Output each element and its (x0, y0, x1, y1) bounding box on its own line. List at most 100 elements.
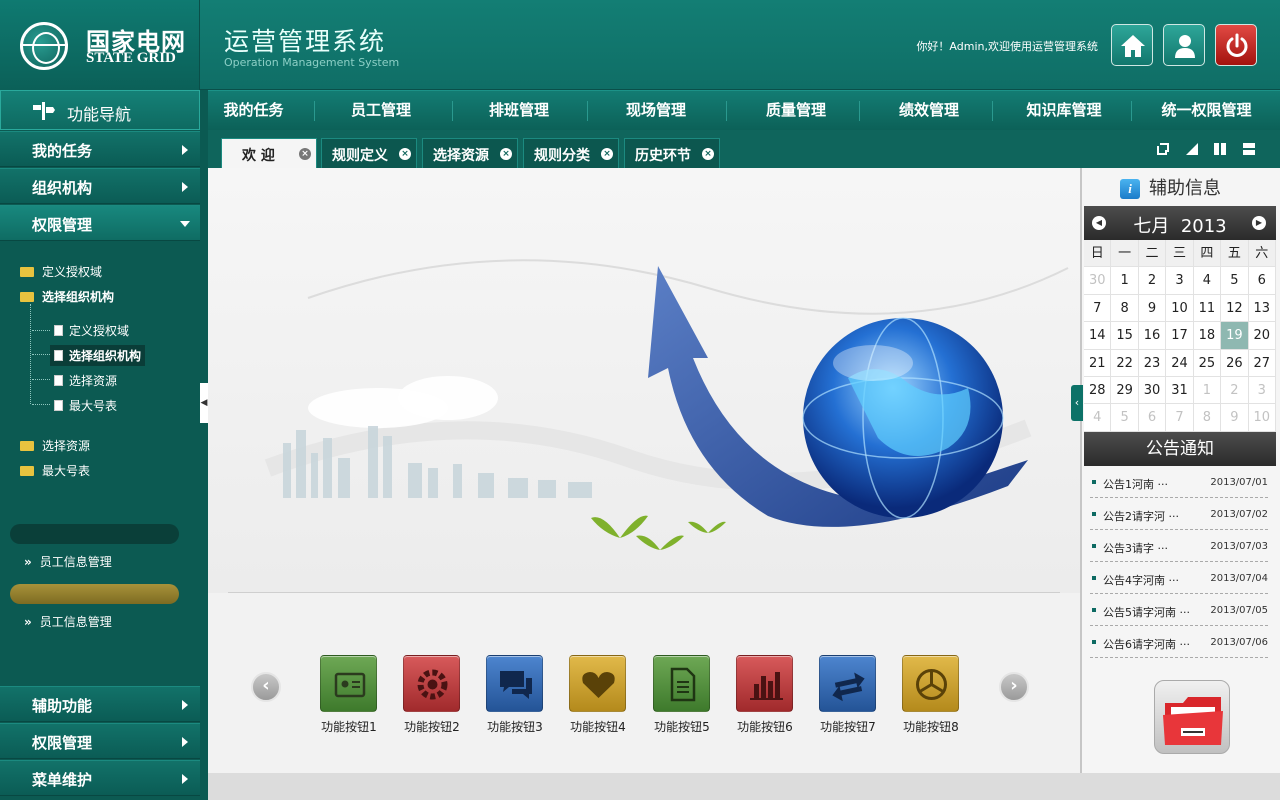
calendar-day[interactable]: 18 (1193, 322, 1222, 350)
calendar-day[interactable]: 3 (1248, 377, 1276, 405)
calendar-day[interactable]: 2 (1221, 377, 1249, 405)
calendar-day[interactable]: 7 (1084, 294, 1112, 323)
calendar-day[interactable]: 2 (1138, 267, 1167, 295)
sidebar-item-aux[interactable]: 辅助功能 (0, 686, 200, 722)
calendar-next-month-button[interactable]: ▶ (1252, 216, 1266, 230)
calendar-day[interactable]: 23 (1138, 349, 1167, 377)
function-button-6[interactable] (736, 655, 793, 712)
collapse-sidebar-handle[interactable]: ◀ (200, 383, 208, 423)
tab-rule-definition[interactable]: 规则定义 × (321, 138, 417, 168)
calendar-day[interactable]: 4 (1084, 404, 1112, 432)
close-icon[interactable]: × (702, 148, 714, 160)
calendar-day[interactable]: 9 (1138, 294, 1167, 323)
home-button[interactable] (1111, 24, 1153, 66)
sub-link-staff-info[interactable]: » 员工信息管理 (24, 553, 112, 570)
calendar-day[interactable]: 16 (1138, 322, 1167, 350)
function-button-3[interactable] (486, 655, 543, 712)
close-icon[interactable]: × (500, 148, 512, 160)
nav-knowledge-base[interactable]: 知识库管理 (994, 91, 1134, 131)
tab-welcome[interactable]: 欢 迎 × (221, 138, 317, 168)
nav-staff[interactable]: 员工管理 (316, 91, 446, 131)
nav-quality[interactable]: 质量管理 (728, 91, 864, 131)
calendar-day[interactable]: 30 (1138, 377, 1167, 405)
calendar-day[interactable]: 21 (1084, 349, 1112, 377)
tree-node-folder[interactable]: 选择资源 (20, 437, 90, 454)
layout-single-icon[interactable] (1185, 142, 1199, 156)
function-button-4[interactable] (569, 655, 626, 712)
sidebar-item-organization[interactable]: 组织机构 (0, 168, 200, 204)
nav-permissions[interactable]: 统一权限管理 (1133, 91, 1280, 131)
layout-rows-icon[interactable] (1242, 142, 1256, 156)
calendar-day-today[interactable]: 19 (1221, 322, 1249, 350)
nav-performance[interactable]: 绩效管理 (861, 91, 997, 131)
calendar-day[interactable]: 17 (1166, 322, 1194, 350)
tab-rule-category[interactable]: 规则分类 × (523, 138, 619, 168)
notice-item[interactable]: 公告3请字 ··· 2013/07/03 (1090, 532, 1268, 562)
function-button-8[interactable] (902, 655, 959, 712)
user-button[interactable] (1163, 24, 1205, 66)
tree-node-folder[interactable]: 定义授权域 (20, 263, 102, 280)
calendar-day[interactable]: 6 (1138, 404, 1167, 432)
layout-columns-icon[interactable] (1213, 142, 1227, 156)
sidebar-item-menu-maintenance[interactable]: 菜单维护 (0, 760, 200, 796)
notice-item[interactable]: 公告1河南 ··· 2013/07/01 (1090, 468, 1268, 498)
calendar-day[interactable]: 5 (1221, 267, 1249, 295)
tree-node-doc[interactable]: 最大号表 (54, 397, 117, 414)
notice-item[interactable]: 公告4字河南 ··· 2013/07/04 (1090, 564, 1268, 594)
tree-node-doc-selected[interactable]: 选择组织机构 (50, 345, 146, 366)
calendar-day[interactable]: 8 (1111, 294, 1139, 323)
calendar-day[interactable]: 1 (1193, 377, 1222, 405)
calendar-day[interactable]: 14 (1084, 322, 1112, 350)
collapse-aux-panel-handle[interactable]: ‹ (1071, 385, 1083, 421)
calendar-day[interactable]: 24 (1166, 349, 1194, 377)
sidebar-item-my-tasks[interactable]: 我的任务 (0, 131, 200, 167)
tree-node-folder-open[interactable]: 选择组织机构 (20, 288, 114, 305)
function-button-5[interactable] (653, 655, 710, 712)
calendar-day[interactable]: 3 (1166, 267, 1194, 295)
calendar-day[interactable]: 11 (1193, 294, 1222, 323)
tree-node-folder[interactable]: 最大号表 (20, 462, 90, 479)
calendar-day[interactable]: 20 (1248, 322, 1276, 350)
notice-item[interactable]: 公告2请字河 ··· 2013/07/02 (1090, 500, 1268, 530)
calendar-day[interactable]: 15 (1111, 322, 1139, 350)
tree-node-doc[interactable]: 定义授权域 (54, 322, 129, 339)
refresh-icon[interactable] (1156, 142, 1170, 156)
sidebar-item-permissions[interactable]: 权限管理 (0, 205, 200, 241)
calendar-day[interactable]: 29 (1111, 377, 1139, 405)
nav-scheduling[interactable]: 排班管理 (454, 91, 584, 131)
logout-button[interactable] (1215, 24, 1257, 66)
folder-button[interactable] (1154, 680, 1230, 754)
calendar-day[interactable]: 12 (1221, 294, 1249, 323)
tree-node-doc[interactable]: 选择资源 (54, 372, 117, 389)
nav-my-tasks[interactable]: 我的任务 (200, 91, 307, 131)
carousel-next-button[interactable]: › (999, 672, 1029, 702)
tab-history[interactable]: 历史环节 × (624, 138, 720, 168)
calendar-day[interactable]: 22 (1111, 349, 1139, 377)
calendar-day[interactable]: 13 (1248, 294, 1276, 323)
calendar-day[interactable]: 4 (1193, 267, 1222, 295)
calendar-day[interactable]: 5 (1111, 404, 1139, 432)
carousel-prev-button[interactable]: ‹ (251, 672, 281, 702)
notice-item[interactable]: 公告5请字河南 ··· 2013/07/05 (1090, 596, 1268, 626)
calendar-day[interactable]: 8 (1193, 404, 1222, 432)
tab-select-resource[interactable]: 选择资源 × (422, 138, 518, 168)
calendar-day[interactable]: 28 (1084, 377, 1112, 405)
calendar-day[interactable]: 27 (1248, 349, 1276, 377)
function-button-2[interactable] (403, 655, 460, 712)
calendar-day[interactable]: 1 (1111, 267, 1139, 295)
notice-item[interactable]: 公告6请字河南 ··· 2013/07/06 (1090, 628, 1268, 658)
calendar-day[interactable]: 10 (1166, 294, 1194, 323)
calendar-day[interactable]: 9 (1221, 404, 1249, 432)
function-button-1[interactable] (320, 655, 377, 712)
function-button-7[interactable] (819, 655, 876, 712)
close-icon[interactable]: × (601, 148, 613, 160)
calendar-day[interactable]: 31 (1166, 377, 1194, 405)
close-icon[interactable]: × (299, 148, 311, 160)
sidebar-item-permissions-2[interactable]: 权限管理 (0, 723, 200, 759)
close-icon[interactable]: × (399, 148, 411, 160)
calendar-day[interactable]: 30 (1084, 267, 1112, 295)
calendar-day[interactable]: 6 (1248, 267, 1276, 295)
sub-link-staff-info[interactable]: » 员工信息管理 (24, 613, 112, 630)
nav-onsite[interactable]: 现场管理 (589, 91, 723, 131)
calendar-day[interactable]: 10 (1248, 404, 1276, 432)
